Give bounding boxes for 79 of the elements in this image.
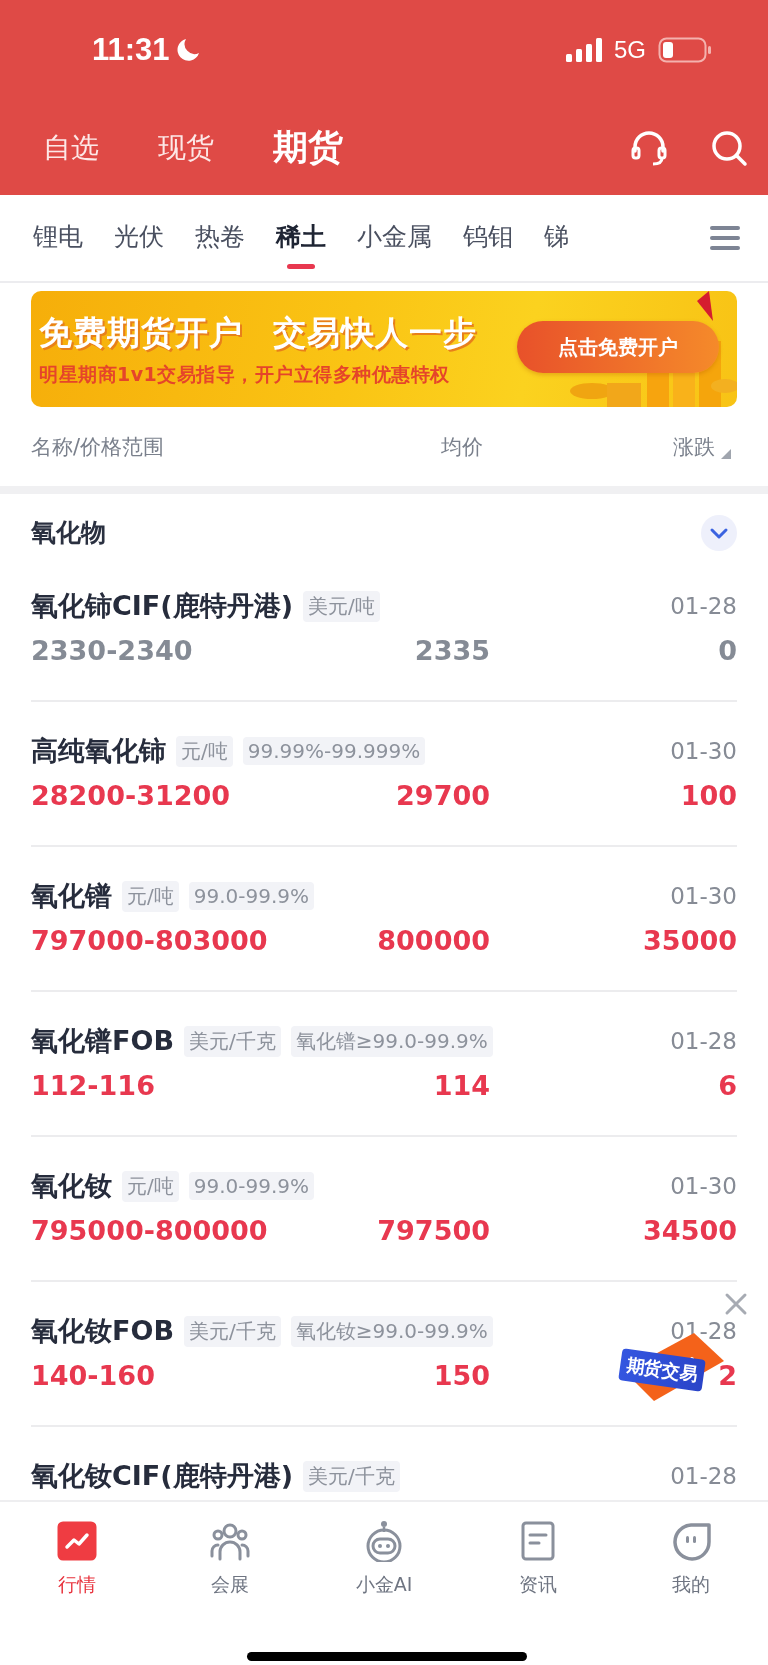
price-row[interactable]: 氧化镨FOB 美元/千克 氧化镨≥99.0-99.9% 01-28 112-116 114 6 bbox=[31, 992, 737, 1137]
price-range: 112-116 bbox=[31, 1070, 156, 1101]
spec-tag: 美元/千克 bbox=[184, 1025, 281, 1057]
product-name: 氧化钕CIF(鹿特丹港) bbox=[31, 1459, 293, 1493]
column-header: 名称/价格范围 bbox=[31, 433, 166, 461]
price-range: 140-160 bbox=[31, 1360, 156, 1391]
price-row[interactable]: 氧化镨 元/吨 99.0-99.9% 01-30 797000-803000 800000 35000 bbox=[31, 847, 737, 992]
price-change: 100 bbox=[680, 780, 737, 811]
category-tab[interactable]: 小金属 bbox=[357, 211, 432, 265]
signal-icon bbox=[566, 38, 602, 62]
price-change: 34500 bbox=[643, 1215, 737, 1246]
headset-icon[interactable] bbox=[630, 128, 668, 167]
top-tab[interactable]: 期货 bbox=[273, 124, 343, 171]
chat-bubble-icon bbox=[670, 1520, 713, 1562]
product-name: 氧化铈CIF(鹿特丹港) bbox=[31, 589, 293, 623]
banner-headline: 交易快人一步 bbox=[273, 311, 477, 354]
spec-tag: 99.0-99.9% bbox=[188, 1172, 315, 1200]
column-header[interactable]: 涨跌 bbox=[673, 432, 715, 461]
nav-tab[interactable]: 小金AI bbox=[307, 1520, 461, 1598]
product-name: 氧化镨 bbox=[31, 879, 112, 913]
nav-tab[interactable]: 资讯 bbox=[460, 1520, 615, 1598]
clock-time: 11:31 bbox=[92, 32, 170, 68]
spec-tag: 99.0-99.9% bbox=[188, 882, 315, 910]
nav-tab[interactable]: 我的 bbox=[614, 1520, 768, 1598]
nav-tab[interactable]: 行情 bbox=[0, 1520, 154, 1598]
price-row[interactable]: 高纯氧化铈 元/吨 99.99%-99.999% 01-30 28200-31200 29700 100 bbox=[31, 702, 737, 847]
price-date: 01-30 bbox=[670, 1173, 737, 1199]
price-change: 0 bbox=[718, 635, 737, 666]
close-icon[interactable] bbox=[724, 1292, 748, 1316]
column-header: 均价 bbox=[441, 433, 483, 461]
spec-tag: 美元/千克 bbox=[303, 1460, 400, 1492]
category-tab[interactable]: 光伏 bbox=[114, 211, 164, 265]
average-price: 114 bbox=[433, 1070, 490, 1101]
spec-tag: 美元/吨 bbox=[303, 590, 380, 622]
banner-subline: 明星期商1v1交易指导，开户立得多种优惠特权 bbox=[39, 361, 451, 387]
chart-icon bbox=[55, 1520, 98, 1562]
category-tab[interactable]: 锑 bbox=[544, 211, 569, 265]
price-change: 2 bbox=[718, 1360, 737, 1391]
spec-tag: 氧化钕≥99.0-99.9% bbox=[290, 1315, 493, 1347]
spec-tag: 元/吨 bbox=[122, 880, 179, 912]
price-range: 28200-31200 bbox=[31, 780, 232, 811]
product-name: 高纯氧化铈 bbox=[31, 734, 166, 768]
average-price: 150 bbox=[433, 1360, 490, 1391]
search-icon[interactable] bbox=[710, 128, 748, 167]
spec-tag: 氧化镨≥99.0-99.9% bbox=[290, 1025, 493, 1057]
average-price: 2335 bbox=[414, 635, 490, 666]
price-change: 6 bbox=[718, 1070, 737, 1101]
price-date: 01-30 bbox=[670, 883, 737, 909]
price-range: 797000-803000 bbox=[31, 925, 269, 956]
product-name: 氧化钕FOB bbox=[31, 1314, 174, 1348]
price-date: 01-28 bbox=[670, 593, 737, 619]
price-date: 01-30 bbox=[670, 738, 737, 764]
chevron-down-icon[interactable] bbox=[701, 514, 737, 551]
spec-tag: 元/吨 bbox=[122, 1170, 179, 1202]
product-name: 氧化钕 bbox=[31, 1169, 112, 1203]
category-tab[interactable]: 钨钼 bbox=[463, 211, 513, 265]
spec-tag: 99.99%-99.999% bbox=[242, 737, 426, 765]
spec-tag: 元/吨 bbox=[176, 735, 233, 767]
price-range: 795000-800000 bbox=[31, 1215, 269, 1246]
price-date: 01-28 bbox=[670, 1463, 737, 1489]
product-name: 氧化镨FOB bbox=[31, 1024, 174, 1058]
category-tab[interactable]: 锂电 bbox=[33, 211, 83, 265]
spec-tag: 美元/千克 bbox=[184, 1315, 281, 1347]
average-price: 800000 bbox=[377, 925, 490, 956]
nav-tab[interactable]: 会展 bbox=[153, 1520, 308, 1598]
price-row[interactable]: 氧化铈CIF(鹿特丹港) 美元/吨 01-28 2330-2340 2335 0 bbox=[31, 557, 737, 702]
average-price: 797500 bbox=[377, 1215, 490, 1246]
menu-icon[interactable] bbox=[710, 225, 740, 251]
average-price: 29700 bbox=[396, 780, 490, 811]
price-row[interactable]: 氧化钕 元/吨 99.0-99.9% 01-30 795000-800000 797500 34500 bbox=[31, 1137, 737, 1282]
network-label: 5G bbox=[614, 36, 646, 64]
category-tab[interactable]: 热卷 bbox=[195, 211, 245, 265]
section-title: 氧化物 bbox=[31, 517, 106, 549]
price-date: 01-28 bbox=[670, 1028, 737, 1054]
battery-icon bbox=[658, 37, 712, 63]
sort-icon bbox=[721, 448, 731, 459]
banner-headline: 免费期货开户 bbox=[39, 311, 243, 354]
price-change: 35000 bbox=[643, 925, 737, 956]
price-range: 2330-2340 bbox=[31, 635, 194, 666]
